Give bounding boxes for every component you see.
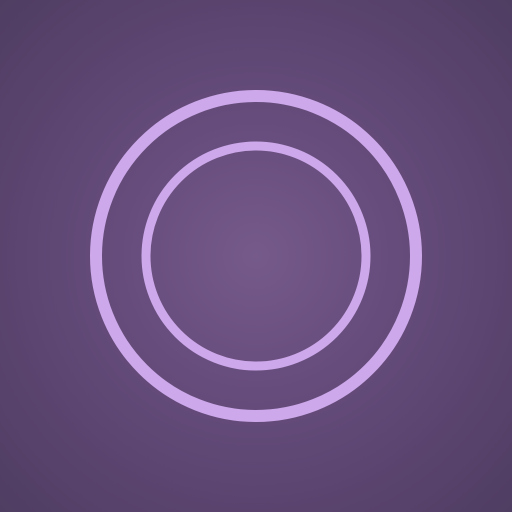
inner-ring-icon: [141, 141, 371, 371]
rings-graphic: [90, 90, 422, 422]
app-screen: [0, 0, 512, 512]
